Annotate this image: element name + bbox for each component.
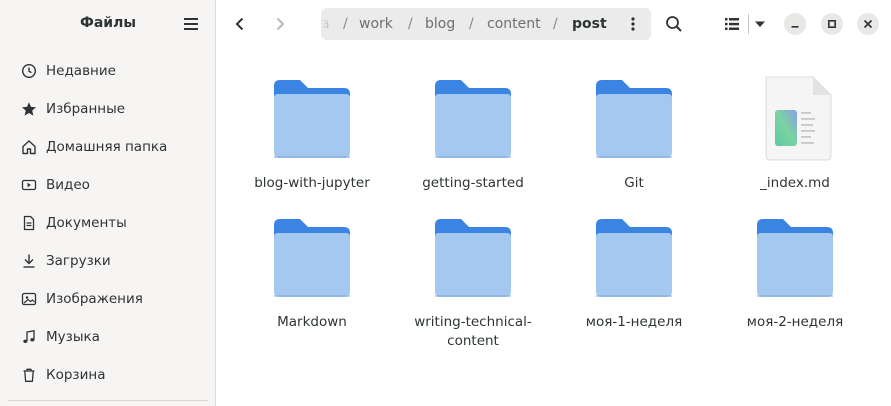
minimize-button[interactable] <box>784 13 806 35</box>
markdown-file-icon <box>755 76 835 162</box>
video-icon <box>21 177 37 193</box>
sidebar-item-home[interactable]: Домашняя папка <box>0 128 216 166</box>
sidebar-item-music[interactable]: Музыка <box>0 318 216 356</box>
file-name: моя-2-неделя <box>746 314 844 330</box>
download-icon <box>21 253 37 269</box>
sidebar-item-label: Музыка <box>46 329 100 345</box>
folder-icon <box>433 215 513 301</box>
search-button[interactable] <box>658 8 690 40</box>
path-fade <box>321 8 343 40</box>
sidebar: Файлы Недавние Избранные Домашняя папка … <box>0 0 216 406</box>
image-icon <box>21 291 37 307</box>
clock-icon <box>21 63 37 79</box>
file-name: writing-technical- content <box>414 314 532 349</box>
close-icon <box>863 19 873 29</box>
sidebar-item-pictures[interactable]: Изображения <box>0 280 216 318</box>
sidebar-item-recent[interactable]: Недавние <box>0 52 216 90</box>
path-separator: / <box>469 16 474 32</box>
folder-icon <box>272 76 352 162</box>
file-name: Git <box>624 175 644 191</box>
path-separator: / <box>343 16 348 32</box>
folder-icon <box>272 215 352 301</box>
chevron-right-icon <box>276 17 285 31</box>
hamburger-icon <box>184 18 198 30</box>
sidebar-item-label: Документы <box>46 215 127 231</box>
view-options-button[interactable] <box>744 8 776 40</box>
sidebar-divider <box>8 400 208 401</box>
document-icon <box>21 215 37 231</box>
sidebar-item-documents[interactable]: Документы <box>0 204 216 242</box>
sidebar-item-downloads[interactable]: Загрузки <box>0 242 216 280</box>
back-button[interactable] <box>224 8 256 40</box>
sidebar-item-label: Загрузки <box>46 253 111 269</box>
maximize-icon <box>827 19 837 29</box>
breadcrumb-work[interactable]: work <box>359 16 393 32</box>
path-separator: / <box>408 16 413 32</box>
music-icon <box>21 329 37 345</box>
places-list: Недавние Избранные Домашняя папка Видео … <box>0 52 216 394</box>
folder-icon <box>433 76 513 162</box>
sidebar-item-videos[interactable]: Видео <box>0 166 216 204</box>
star-icon <box>21 101 37 117</box>
file-name: blog-with-jupyter <box>254 175 370 191</box>
home-icon <box>21 139 37 155</box>
breadcrumb-current[interactable]: post <box>572 16 607 32</box>
file-grid: blog-with-jupyter getting-started Git _i… <box>217 48 891 406</box>
sidebar-item-starred[interactable]: Избранные <box>0 90 216 128</box>
sidebar-header: Файлы <box>0 0 216 48</box>
close-button[interactable] <box>857 13 879 35</box>
main-menu-button[interactable] <box>181 14 201 34</box>
sidebar-item-trash[interactable]: Корзина <box>0 356 216 394</box>
more-vertical-icon <box>631 17 635 31</box>
breadcrumb-content[interactable]: content <box>487 16 541 32</box>
sidebar-item-label: Корзина <box>46 367 106 383</box>
forward-button[interactable] <box>264 8 296 40</box>
path-separator: / <box>553 16 558 32</box>
folder-icon <box>755 215 835 301</box>
file-name: _index.md <box>760 175 830 191</box>
chevron-left-icon <box>235 17 244 31</box>
sidebar-item-label: Недавние <box>46 63 116 79</box>
triangle-down-icon <box>755 21 765 27</box>
file-name: Markdown <box>277 314 347 330</box>
list-view-icon <box>725 18 739 30</box>
minimize-icon <box>791 26 799 28</box>
folder-icon <box>594 76 674 162</box>
sidebar-item-label: Домашняя папка <box>46 139 168 155</box>
maximize-button[interactable] <box>821 13 843 35</box>
sidebar-item-label: Видео <box>46 177 90 193</box>
folder-icon <box>594 215 674 301</box>
file-name: моя-1-неделя <box>585 314 683 330</box>
breadcrumb-blog[interactable]: blog <box>425 16 455 32</box>
path-menu-button[interactable] <box>617 8 649 40</box>
trash-icon <box>21 367 37 383</box>
sidebar-item-label: Избранные <box>46 101 126 117</box>
search-icon <box>666 16 682 32</box>
file-name: getting-started <box>422 175 524 191</box>
sidebar-item-label: Изображения <box>46 291 143 307</box>
path-bar: a / work / blog / content / post <box>321 8 651 40</box>
